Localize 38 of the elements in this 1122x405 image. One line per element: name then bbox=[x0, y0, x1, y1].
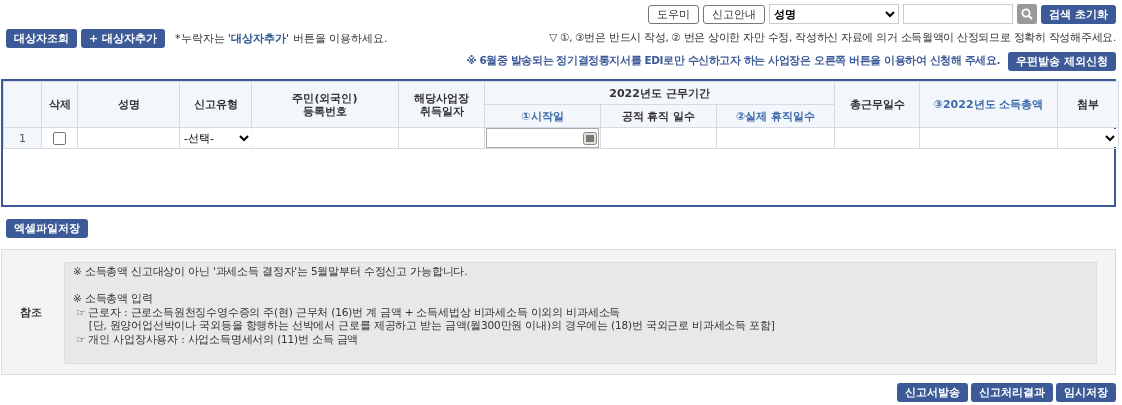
date-input[interactable] bbox=[486, 128, 599, 148]
column-header: 공적 휴직 일수 bbox=[600, 104, 717, 128]
column-header: 성명 bbox=[77, 81, 180, 128]
reference-text: ☞ 개인 사업장사용자 : 사업소득명세서의 (11)번 소득 금액 bbox=[75, 332, 360, 347]
reference-text: ※ 소득총액 입력 bbox=[73, 292, 154, 306]
edi-notice: ※ 6월중 발송되는 정기결정통지서를 EDI로만 수신하고자 하는 사업장은 오른쪽 버튼을 이용하여 신청해 주세요. bbox=[466, 54, 1001, 68]
submit-button[interactable]: 임시저장 bbox=[1056, 383, 1116, 402]
hint-text: *누락자는 '대상자추가' 버튼을 이용하세요. bbox=[175, 30, 388, 46]
row-number: 1 bbox=[3, 127, 42, 149]
calendar-icon[interactable] bbox=[583, 131, 597, 145]
header-button[interactable]: 도우미 bbox=[648, 4, 700, 24]
search-icon[interactable] bbox=[1017, 4, 1038, 24]
column-header: 삭제 bbox=[41, 81, 78, 128]
column-header: ③2022년도 소득총액 bbox=[919, 81, 1058, 128]
submit-button[interactable]: 신고처리결과 bbox=[971, 383, 1053, 402]
guide-text: ▽ ①, ③번은 반드시 작성, ② 번은 상이한 자만 수정, 작성하신 자료에 의거 소득월액이 산정되므로 정확히 작성해주세요. bbox=[549, 31, 1116, 45]
excel-save-button[interactable]: 엑셀파일저장 bbox=[6, 219, 88, 238]
column-header: 해당사업장 취득일자 bbox=[398, 81, 485, 128]
column-group-header: 2022년도 근무기간 bbox=[484, 81, 835, 105]
column-header: 첨부 bbox=[1057, 81, 1119, 128]
delete-checkbox[interactable] bbox=[53, 131, 66, 145]
search-input[interactable] bbox=[903, 4, 1014, 24]
header-button[interactable]: 신고안내 bbox=[703, 4, 766, 24]
column-header: 총근무일수 bbox=[834, 81, 920, 128]
reset-button[interactable]: 검색 초기화 bbox=[1041, 4, 1116, 24]
reference-label: 참조 bbox=[19, 304, 43, 321]
column-header: ①시작일 bbox=[484, 104, 601, 128]
reference-text: ☞ 근로자 : 근로소득원천징수영수증의 주(현) 근무처 (16)번 계 금액 + 소득세법상 비과세소득 이외의 비과세소득 bbox=[75, 305, 622, 320]
search-field-select[interactable]: 성명 bbox=[769, 4, 900, 24]
exclude-mail-button[interactable]: 우편발송 제외신청 bbox=[1008, 51, 1116, 71]
column-header: ②실제 휴직일수 bbox=[716, 104, 835, 128]
action-button[interactable]: + 대상자추가 bbox=[81, 28, 166, 48]
reference-text: [단, 원양어업선박이나 국외등을 항행하는 선박에서 근로를 제공하고 받는 금액(월300만원 이내)의 경우에는 (18)번 국외근로 비과세소득 포함] bbox=[87, 319, 776, 333]
reference-text: ※ 소득총액 신고대상이 아닌 '과세소득 결정자'는 5월말부터 수정신고 가능합니다. bbox=[73, 265, 469, 279]
submit-button[interactable]: 신고서발송 bbox=[897, 383, 968, 402]
column-header: 신고유형 bbox=[179, 81, 252, 128]
action-button[interactable]: 대상자조회 bbox=[6, 28, 77, 48]
column-header: 주민(외국인) 등록번호 bbox=[251, 81, 399, 128]
